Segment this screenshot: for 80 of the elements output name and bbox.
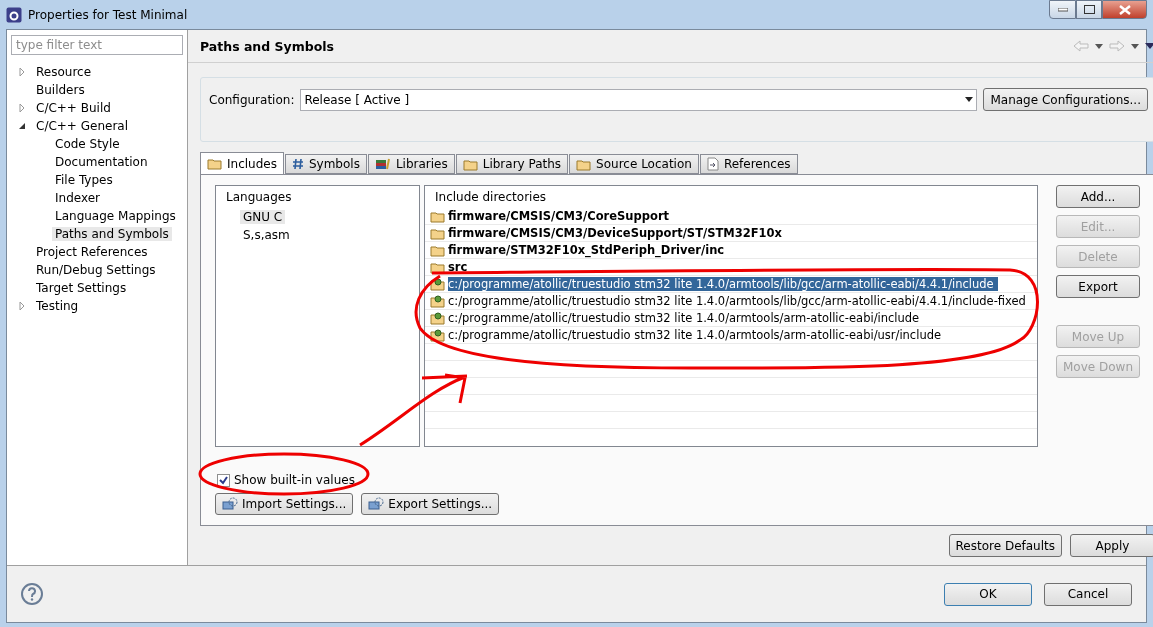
tree-item[interactable]: Language Mappings <box>52 209 179 223</box>
include-path[interactable]: c:/programme/atollic/truestudio stm32 lite 1.4.0/armtools/arm-atollic-eabi/include <box>448 311 924 325</box>
menu-icon[interactable] <box>1145 43 1153 49</box>
tree-item[interactable]: C/C++ Build <box>33 101 114 115</box>
side-button[interactable]: Add... <box>1056 185 1140 208</box>
tree-item[interactable]: Project References <box>33 245 151 259</box>
help-icon[interactable] <box>21 583 43 605</box>
collapsed-arrow-icon[interactable] <box>18 104 26 112</box>
include-path[interactable]: firmware/CMSIS/CM3/CoreSupport <box>448 209 674 223</box>
tree-item[interactable]: Target Settings <box>33 281 130 295</box>
folder-icon <box>430 226 445 240</box>
language-item[interactable]: S,s,asm <box>240 228 293 242</box>
collapsed-arrow-icon[interactable] <box>18 302 26 310</box>
tree-item[interactable]: File Types <box>52 173 116 187</box>
tab[interactable]: Includes <box>200 152 284 174</box>
folder-icon <box>430 243 445 257</box>
window-title: Properties for Test Minimal <box>28 7 188 22</box>
checkbox-label: Show built-in values <box>234 473 355 487</box>
language-item[interactable]: GNU C <box>240 210 286 224</box>
tab[interactable]: Source Location <box>569 154 699 174</box>
folder-gear-icon <box>430 328 445 342</box>
tab[interactable]: References <box>699 154 798 174</box>
tree-item[interactable]: Paths and Symbols <box>52 227 172 241</box>
manage-configurations-button[interactable]: Manage Configurations... <box>983 88 1148 111</box>
side-button[interactable]: Export <box>1056 275 1140 298</box>
page-button[interactable]: Restore Defaults <box>948 534 1062 557</box>
books-icon <box>374 158 391 170</box>
dialog-button[interactable]: OK <box>944 582 1032 606</box>
include-path[interactable]: firmware/STM32F10x_StdPeriph_Driver/inc <box>448 243 729 257</box>
folder-gear-icon <box>430 277 445 291</box>
hash-icon <box>291 158 304 170</box>
configuration-label: Configuration: <box>209 92 295 107</box>
maximize-icon <box>1083 5 1095 14</box>
tree-item[interactable]: Testing <box>33 299 82 313</box>
tab[interactable]: Symbols <box>284 154 367 174</box>
tab[interactable]: Libraries <box>367 154 455 174</box>
settings-button[interactable]: Import Settings... <box>215 493 354 515</box>
export-icon <box>368 497 385 511</box>
dropdown-arrow-icon <box>965 97 974 102</box>
folder-icon <box>576 157 592 171</box>
include-path[interactable]: firmware/CMSIS/CM3/DeviceSupport/ST/STM32F10x <box>448 226 787 240</box>
page-title: Paths and Symbols <box>200 38 334 54</box>
page-button[interactable]: Apply <box>1070 534 1153 557</box>
folder-icon <box>430 209 445 223</box>
column-header: Include directories <box>434 189 548 206</box>
tab[interactable]: Library Paths <box>455 154 569 174</box>
tree-item[interactable]: Indexer <box>52 191 103 205</box>
tree-item[interactable]: Run/Debug Settings <box>33 263 159 277</box>
checkbox[interactable] <box>217 473 230 487</box>
expanded-arrow-icon[interactable] <box>18 122 26 130</box>
filter-field[interactable]: type filter text <box>11 35 183 55</box>
maximize-button[interactable] <box>1076 0 1102 19</box>
import-icon <box>222 497 238 511</box>
close-button[interactable] <box>1102 0 1147 19</box>
dialog-button[interactable]: Cancel <box>1044 582 1132 606</box>
folder-gear-icon <box>430 294 445 308</box>
dropdown-icon[interactable] <box>1131 43 1139 49</box>
tree-item[interactable]: Resource <box>33 65 95 79</box>
include-path[interactable]: c:/programme/atollic/truestudio stm32 lite 1.4.0/armtools/lib/gcc/arm-atollic-eabi/4.4.1/include-fixed <box>448 294 1030 308</box>
minimize-icon <box>1057 7 1068 12</box>
folder-icon <box>207 157 222 170</box>
minimize-button[interactable] <box>1049 0 1076 19</box>
folder-icon <box>430 260 445 274</box>
tree-item[interactable]: C/C++ General <box>33 119 131 133</box>
configuration-dropdown[interactable]: Release [ Active ] <box>300 88 978 111</box>
tree-item[interactable]: Documentation <box>52 155 151 169</box>
document-arrow-icon <box>706 157 719 171</box>
tree-item[interactable]: Builders <box>33 83 88 97</box>
include-path[interactable]: src <box>448 260 472 274</box>
settings-button[interactable]: Export Settings... <box>361 493 500 515</box>
dropdown-icon[interactable] <box>1095 43 1103 49</box>
column-header: Languages <box>225 189 293 206</box>
include-path[interactable]: c:/programme/atollic/truestudio stm32 lite 1.4.0/armtools/lib/gcc/arm-atollic-eabi/4.4.1/include <box>448 277 998 291</box>
close-icon <box>1118 4 1131 15</box>
app-icon <box>6 6 22 23</box>
include-path[interactable]: c:/programme/atollic/truestudio stm32 lite 1.4.0/armtools/arm-atollic-eabi/usr/include <box>448 328 946 342</box>
folder-icon <box>462 157 478 171</box>
folder-gear-icon <box>430 311 445 325</box>
collapsed-arrow-icon[interactable] <box>18 68 26 76</box>
tree-item[interactable]: Code Style <box>52 137 123 151</box>
